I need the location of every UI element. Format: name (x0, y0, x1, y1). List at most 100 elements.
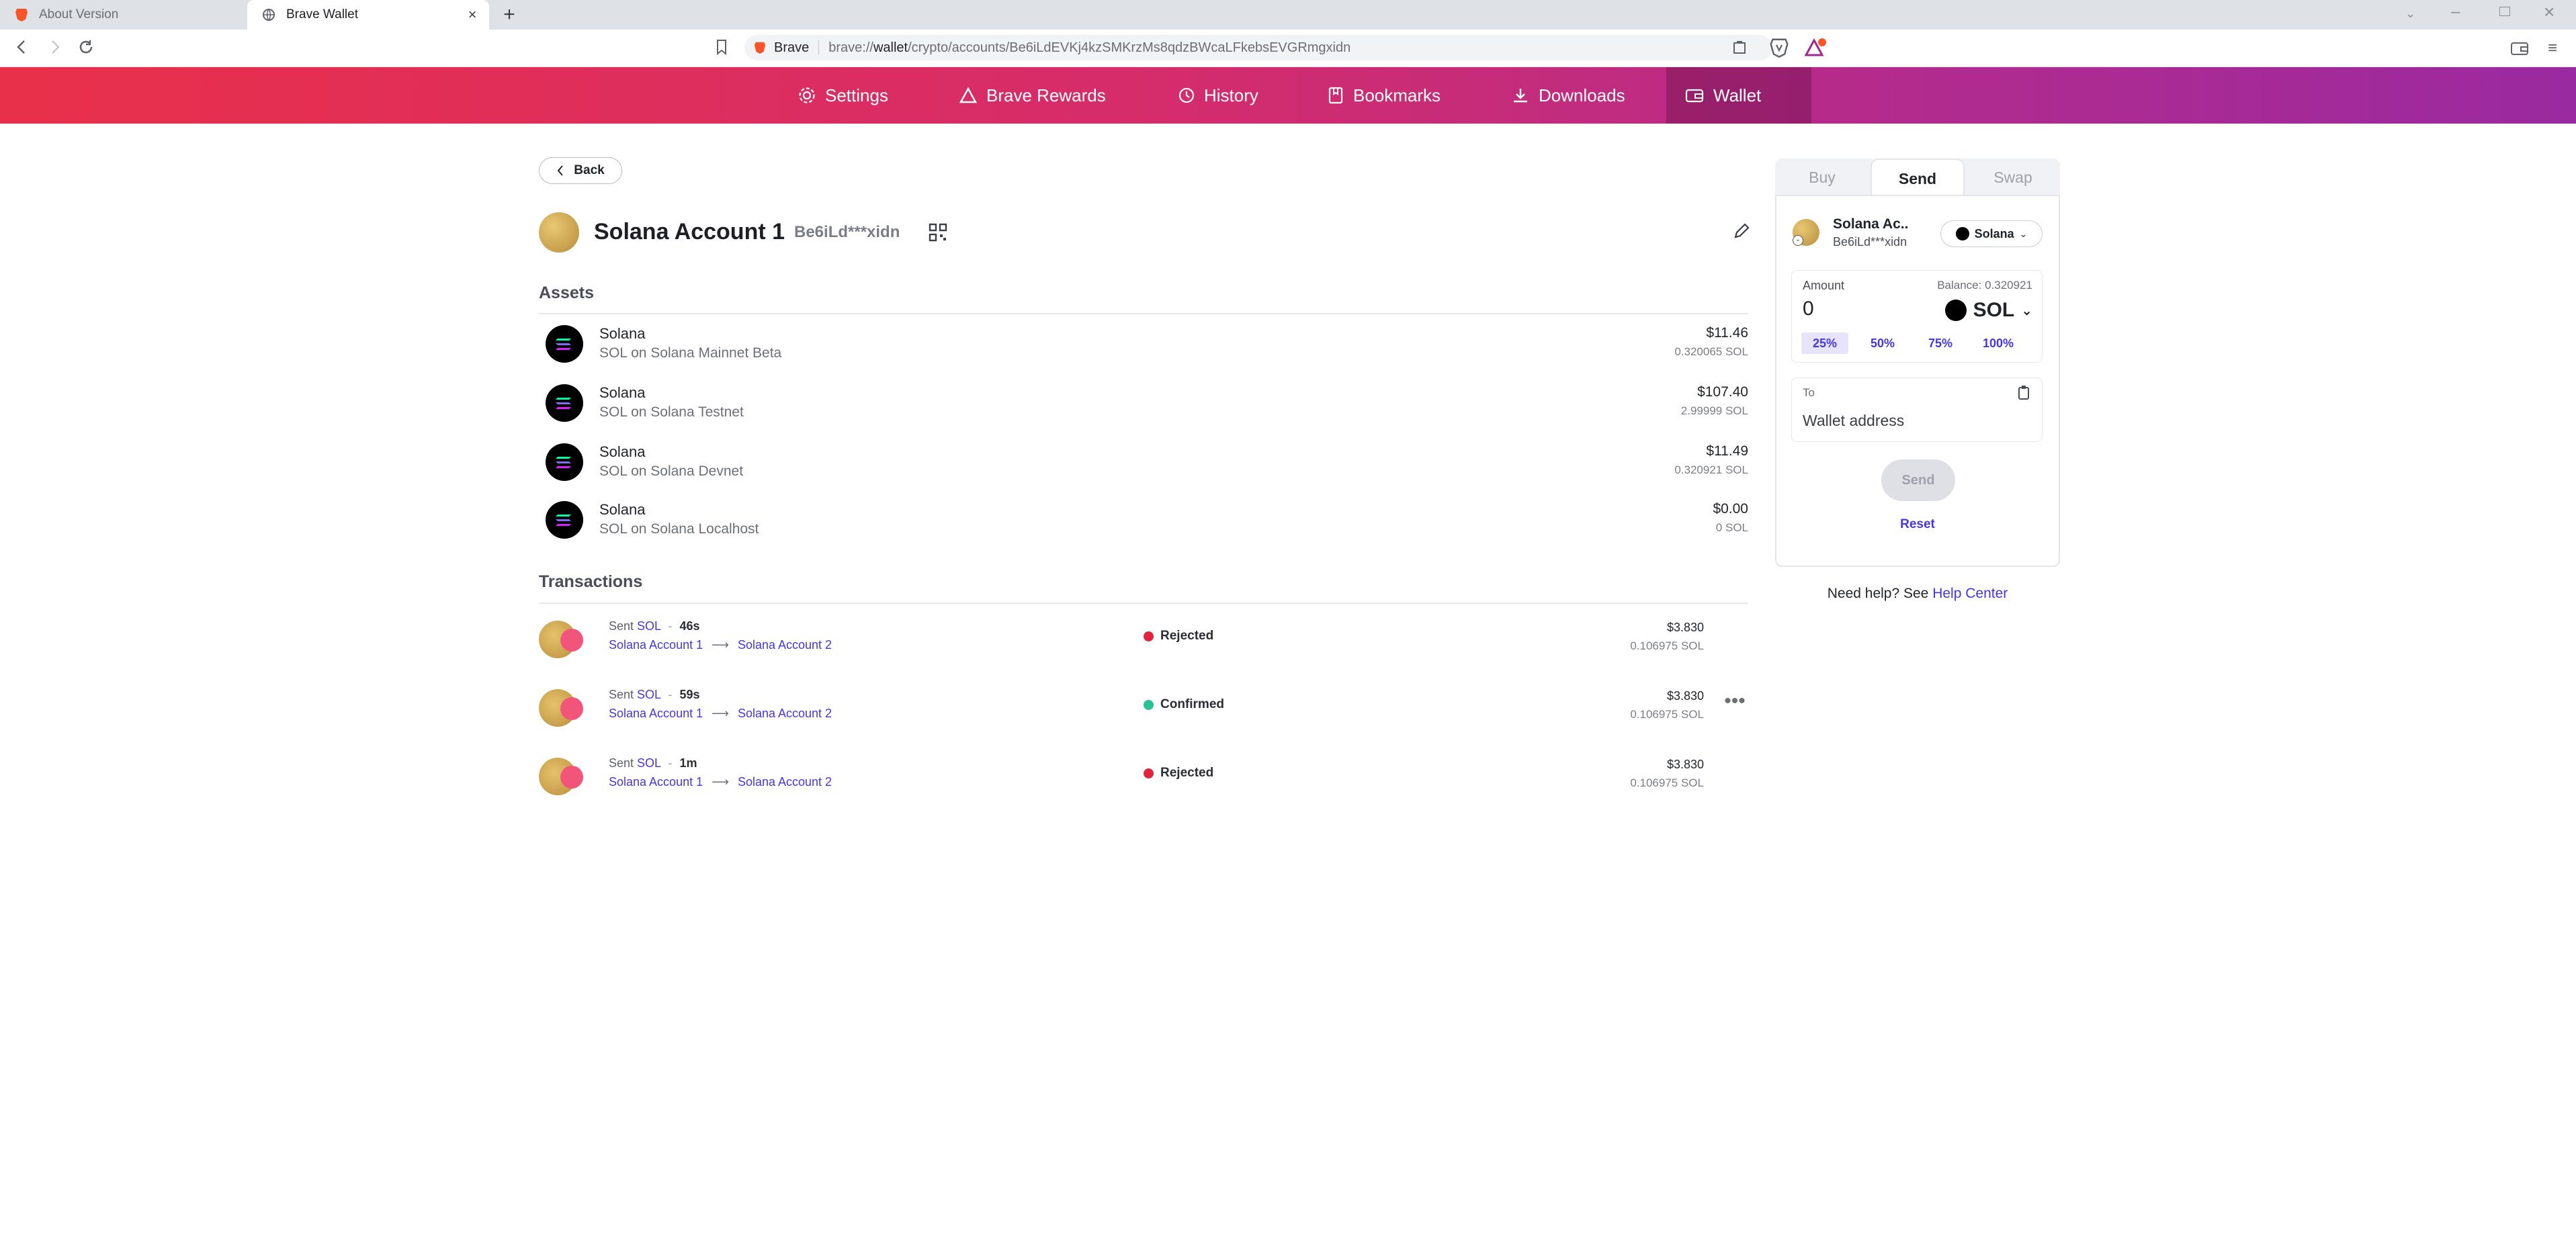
nav-label: History (1204, 85, 1258, 105)
balance-label: Balance: 0.320921 (1937, 279, 2032, 292)
asset-fiat-balance: $107.40 (1697, 384, 1748, 400)
menu-icon[interactable]: ≡ (2548, 39, 2557, 58)
tab-about-version[interactable]: About Version (0, 0, 242, 30)
help-center-link[interactable]: Help Center (1932, 586, 2008, 601)
brave-shields-icon[interactable] (1770, 38, 1789, 58)
restore-icon[interactable] (2499, 7, 2510, 16)
wallet-toolbar-icon[interactable] (2510, 40, 2529, 56)
tx-from[interactable]: Solana Account 1 (609, 707, 703, 720)
new-tab-button[interactable]: + (500, 5, 519, 25)
url-path: /crypto/accounts/Be6iLdEVKj4kzSMKrzMs8qd… (908, 40, 1351, 55)
brave-rewards-icon[interactable] (1805, 38, 1828, 58)
nav-bookmarks[interactable]: Bookmarks (1309, 67, 1459, 124)
tx-time: 46s (679, 619, 700, 633)
percent-50-button[interactable]: 50% (1859, 332, 1906, 354)
tx-token[interactable]: SOL (637, 688, 660, 701)
tx-from[interactable]: Solana Account 1 (609, 775, 703, 789)
tab-title: Brave Wallet (286, 7, 358, 21)
url-scheme: brave:// (828, 40, 873, 55)
asset-token-balance: 0.320065 SOL (1674, 345, 1748, 358)
chevron-down-icon: ⌄ (2021, 303, 2032, 318)
share-page-icon[interactable] (1732, 40, 1747, 55)
brave-lion-icon (13, 7, 30, 23)
wallet-address-input[interactable]: Wallet address (1803, 412, 1904, 430)
account-name: Solana Account 1 (594, 219, 785, 244)
asset-row[interactable]: Solana SOL on Solana Devnet $11.49 0.320… (539, 443, 1748, 501)
tx-action: Sent (609, 688, 634, 701)
amount-input[interactable]: 0 (1803, 298, 1924, 320)
back-button[interactable]: Back (539, 157, 622, 184)
asset-name: Solana (599, 501, 646, 518)
asset-fiat-balance: $11.49 (1706, 443, 1748, 459)
send-button[interactable]: Send (1881, 459, 1955, 501)
panel-tabs: Buy Send Swap (1775, 159, 2060, 197)
tx-time: 1m (679, 756, 697, 770)
asset-token-balance: 0 SOL (1715, 521, 1748, 534)
tx-status: Rejected (1144, 766, 1213, 781)
arrow-right-icon: ⟶ (712, 775, 729, 789)
close-tab-icon[interactable]: × (465, 7, 480, 22)
token-selector[interactable]: SOL ⌄ (1944, 299, 2032, 322)
nav-history[interactable]: History (1158, 67, 1277, 124)
nav-wallet[interactable]: Wallet (1666, 67, 1811, 124)
status-dot (1144, 699, 1154, 710)
url-prefix: Brave (774, 40, 810, 55)
minimize-icon[interactable]: – (2451, 3, 2460, 21)
tab-buy[interactable]: Buy (1775, 159, 1869, 196)
more-options-icon[interactable]: ••• (1721, 691, 1748, 711)
asset-row[interactable]: Solana SOL on Solana Testnet $107.40 2.9… (539, 384, 1748, 442)
asset-row[interactable]: Solana SOL on Solana Localhost $0.00 0 S… (539, 501, 1748, 559)
panel-account-name[interactable]: Solana Ac.. (1833, 216, 1908, 232)
solana-network-icon (1955, 227, 1969, 240)
bookmark-icon (1328, 87, 1343, 104)
tx-fiat-amount: $3.830 (1666, 689, 1704, 703)
tab-swap[interactable]: Swap (1966, 159, 2060, 196)
to-label: To (1803, 386, 1815, 399)
nav-downloads[interactable]: Downloads (1493, 67, 1644, 124)
nav-settings[interactable]: Settings (779, 67, 907, 124)
tx-token[interactable]: SOL (637, 619, 660, 633)
nav-brave-rewards[interactable]: Brave Rewards (941, 67, 1125, 124)
chevron-down-icon[interactable]: ⌄ (1793, 235, 1803, 246)
qr-code-icon[interactable] (929, 223, 947, 242)
percent-75-button[interactable]: 75% (1917, 332, 1964, 354)
assets-divider (539, 313, 1748, 314)
brave-shield-site-icon (754, 41, 766, 54)
percent-25-button[interactable]: 25% (1801, 332, 1848, 354)
address-bar[interactable]: Brave brave://wallet/crypto/accounts/Be6… (744, 35, 1772, 60)
transaction-row[interactable]: Sent SOL - 46s Solana Account 1 ⟶ Solana… (539, 610, 1748, 670)
tab-send[interactable]: Send (1871, 159, 1965, 197)
asset-token-balance: 0.320921 SOL (1674, 463, 1748, 476)
tx-from[interactable]: Solana Account 1 (609, 638, 703, 652)
tx-to[interactable]: Solana Account 2 (738, 707, 832, 720)
tx-status: Rejected (1144, 629, 1213, 643)
asset-name: Solana (599, 384, 646, 401)
reload-icon[interactable] (78, 39, 94, 55)
asset-fiat-balance: $0.00 (1713, 501, 1748, 517)
asset-row[interactable]: Solana SOL on Solana Mainnet Beta $11.46… (539, 325, 1748, 383)
asset-network: SOL on Solana Devnet (599, 463, 744, 479)
transaction-row[interactable]: Sent SOL - 59s Solana Account 1 ⟶ Solana… (539, 678, 1748, 739)
tx-time: 59s (679, 688, 700, 701)
network-selector[interactable]: Solana ⌄ (1940, 220, 2043, 247)
percent-100-button[interactable]: 100% (1975, 332, 2022, 354)
close-window-icon[interactable]: × (2544, 1, 2554, 23)
transactions-title: Transactions (539, 572, 643, 591)
account-avatar (539, 212, 579, 253)
to-account-avatar (560, 629, 583, 652)
tx-token[interactable]: SOL (637, 756, 660, 770)
tab-search-icon[interactable]: ⌄ (2405, 7, 2415, 21)
edit-pencil-icon[interactable] (1732, 222, 1751, 240)
tx-to[interactable]: Solana Account 2 (738, 638, 832, 652)
tab-brave-wallet[interactable]: Brave Wallet × (247, 0, 489, 30)
reset-button[interactable]: Reset (1776, 517, 2059, 532)
forward-nav-icon[interactable] (48, 39, 62, 55)
paste-clipboard-icon[interactable] (2016, 385, 2031, 401)
back-nav-icon[interactable] (15, 39, 28, 55)
transaction-row[interactable]: Sent SOL - 1m Solana Account 1 ⟶ Solana … (539, 747, 1748, 807)
bookmark-page-icon[interactable] (715, 39, 728, 55)
tx-to[interactable]: Solana Account 2 (738, 775, 832, 789)
url-host: wallet (873, 40, 908, 55)
asset-fiat-balance: $11.46 (1706, 325, 1748, 341)
asset-name: Solana (599, 325, 646, 342)
